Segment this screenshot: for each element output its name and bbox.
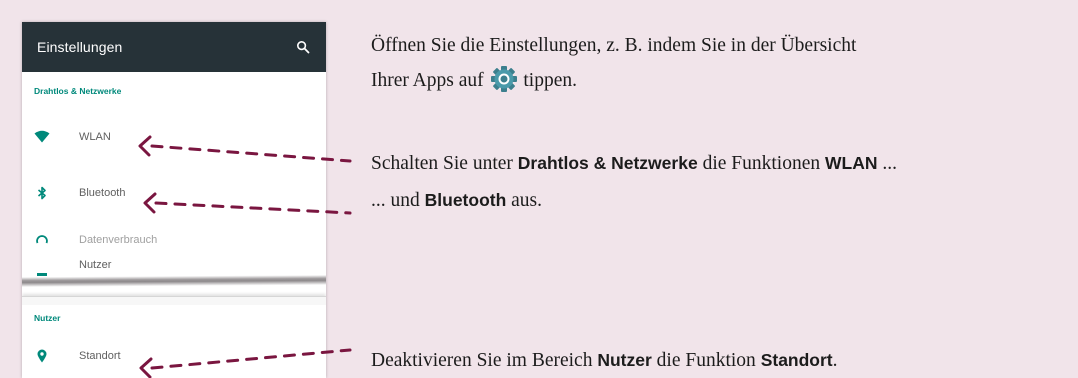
app-bar: Einstellungen <box>22 22 326 72</box>
instruction-bold: Standort <box>760 350 833 370</box>
app-bar-title: Einstellungen <box>37 39 123 55</box>
instruction-bold: Nutzer <box>597 350 652 370</box>
instruction-text-line2: Ihrer Apps auf tippen. <box>371 63 1064 98</box>
settings-row-wlan[interactable]: WLAN <box>22 122 326 152</box>
wifi-icon <box>34 129 50 145</box>
instruction-text: tippen. <box>518 70 578 91</box>
search-icon[interactable] <box>296 40 310 54</box>
instruction-text: ... <box>877 153 897 174</box>
location-pin-icon <box>34 348 50 364</box>
settings-row-label: Nutzer <box>79 259 112 271</box>
settings-row-bluetooth[interactable]: Bluetooth <box>22 178 326 208</box>
bluetooth-icon <box>34 185 50 201</box>
instruction-text: Ihrer Apps auf <box>371 70 489 91</box>
instruction-step-location: Deaktivieren Sie im Bereich Nutzer die F… <box>371 343 1064 378</box>
instruction-text: Öffnen Sie die Einstellungen, z. B. inde… <box>371 35 857 56</box>
settings-row-label: Bluetooth <box>79 187 126 199</box>
instruction-bold: Drahtlos & Netzwerke <box>517 153 698 173</box>
instruction-text: aus. <box>506 190 543 211</box>
section-gap <box>22 297 326 305</box>
instruction-step-wlan: Schalten Sie unter Drahtlos & Netzwerke … <box>371 146 1064 181</box>
settings-row-location[interactable]: Standort <box>22 341 326 371</box>
person-icon <box>34 262 50 278</box>
instruction-text: Deaktivieren Sie im Bereich <box>371 350 598 371</box>
settings-gear-icon <box>489 65 519 93</box>
settings-screenshot: Einstellungen Drahtlos & Netzwerke WLAN … <box>22 22 326 378</box>
instruction-text: die Funktion <box>651 350 761 371</box>
settings-row-label: Standort <box>79 350 121 362</box>
instruction-step-open-settings: Öffnen Sie die Einstellungen, z. B. inde… <box>371 28 1064 98</box>
instruction-bold: WLAN <box>824 153 878 173</box>
settings-row-label: Datenverbrauch <box>79 234 158 246</box>
instruction-bold: Bluetooth <box>424 190 507 210</box>
instruction-step-bluetooth: ... und Bluetooth aus. <box>371 183 1064 218</box>
section-header-user: Nutzer <box>34 313 61 323</box>
data-usage-icon <box>34 233 50 249</box>
instruction-text: die Funktionen <box>697 153 825 174</box>
settings-row-data-usage[interactable]: Datenverbrauch <box>22 230 326 252</box>
instruction-text: . <box>832 350 838 371</box>
lower-settings-pane: Nutzer Standort <box>22 296 326 378</box>
settings-row-label: WLAN <box>79 131 111 143</box>
screenshot-tear-divider <box>22 274 326 288</box>
instruction-text: ... und <box>371 190 425 211</box>
instruction-text: Schalten Sie unter <box>371 153 518 174</box>
section-header-wireless: Drahtlos & Netzwerke <box>34 86 122 96</box>
